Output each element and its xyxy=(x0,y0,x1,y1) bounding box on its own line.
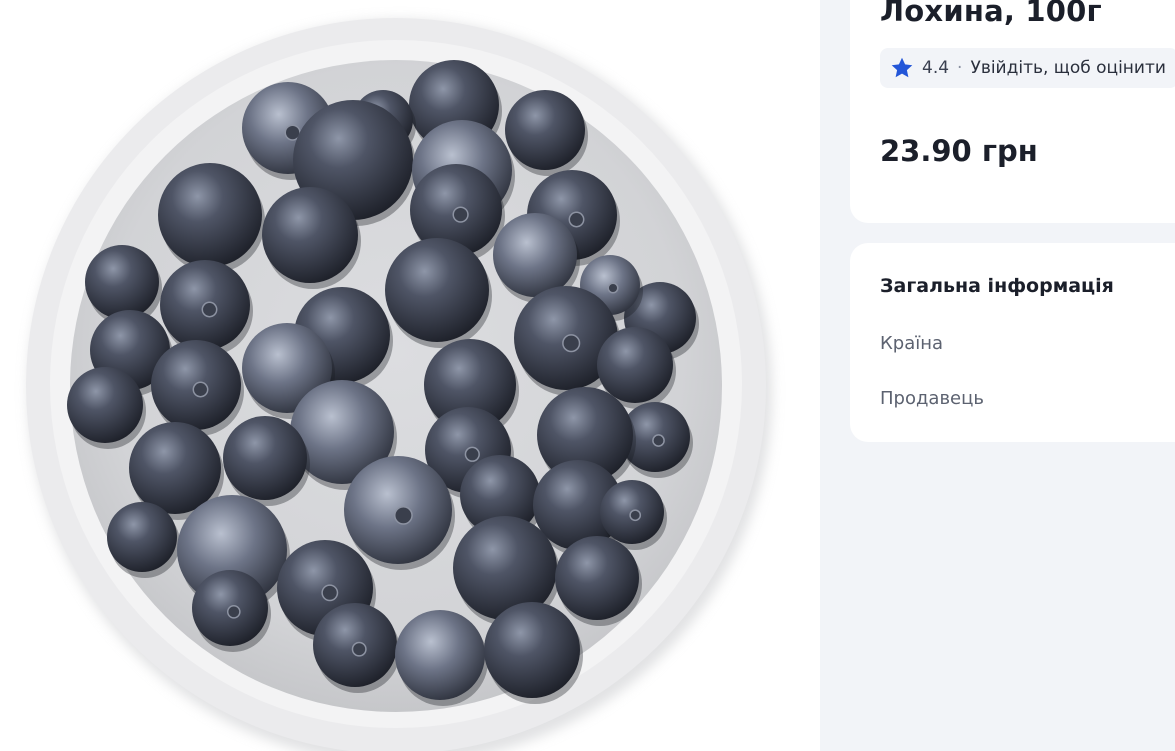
product-summary-card: Лохина, 100г 4.4 · Увійдіть, щоб оцінити… xyxy=(850,0,1175,223)
rating-separator: · xyxy=(957,58,963,78)
blueberry xyxy=(158,163,262,267)
general-info-title: Загальна інформація xyxy=(880,275,1114,297)
blueberry xyxy=(129,422,221,514)
blueberry xyxy=(493,213,577,297)
blueberry xyxy=(597,327,673,403)
star-icon xyxy=(891,57,913,78)
info-row-country: Країна xyxy=(880,333,944,354)
blueberry xyxy=(85,245,159,319)
product-page: Лохина, 100г 4.4 · Увійдіть, щоб оцінити… xyxy=(0,0,1175,751)
product-image xyxy=(26,18,772,751)
product-price: 23.90 грн xyxy=(880,134,1038,168)
blueberry xyxy=(555,536,639,620)
rating-value: 4.4 xyxy=(922,58,950,78)
login-to-rate-link[interactable]: Увійдіть, щоб оцінити xyxy=(970,58,1165,78)
blueberry xyxy=(223,416,307,500)
blueberry xyxy=(67,367,143,443)
product-title: Лохина, 100г xyxy=(880,0,1102,28)
blueberry xyxy=(385,238,489,342)
blueberry xyxy=(505,90,585,170)
info-row-seller: Продавець xyxy=(880,388,984,409)
blueberry xyxy=(107,502,177,572)
blueberry xyxy=(395,610,485,700)
blueberry xyxy=(262,187,358,283)
product-sidebar: Лохина, 100г 4.4 · Увійдіть, щоб оцінити… xyxy=(820,0,1175,751)
blueberry xyxy=(484,602,580,698)
product-image-panel xyxy=(0,0,820,751)
general-info-card: Загальна інформація Країна Продавець xyxy=(850,243,1175,442)
rating-chip[interactable]: 4.4 · Увійдіть, щоб оцінити xyxy=(880,48,1175,88)
